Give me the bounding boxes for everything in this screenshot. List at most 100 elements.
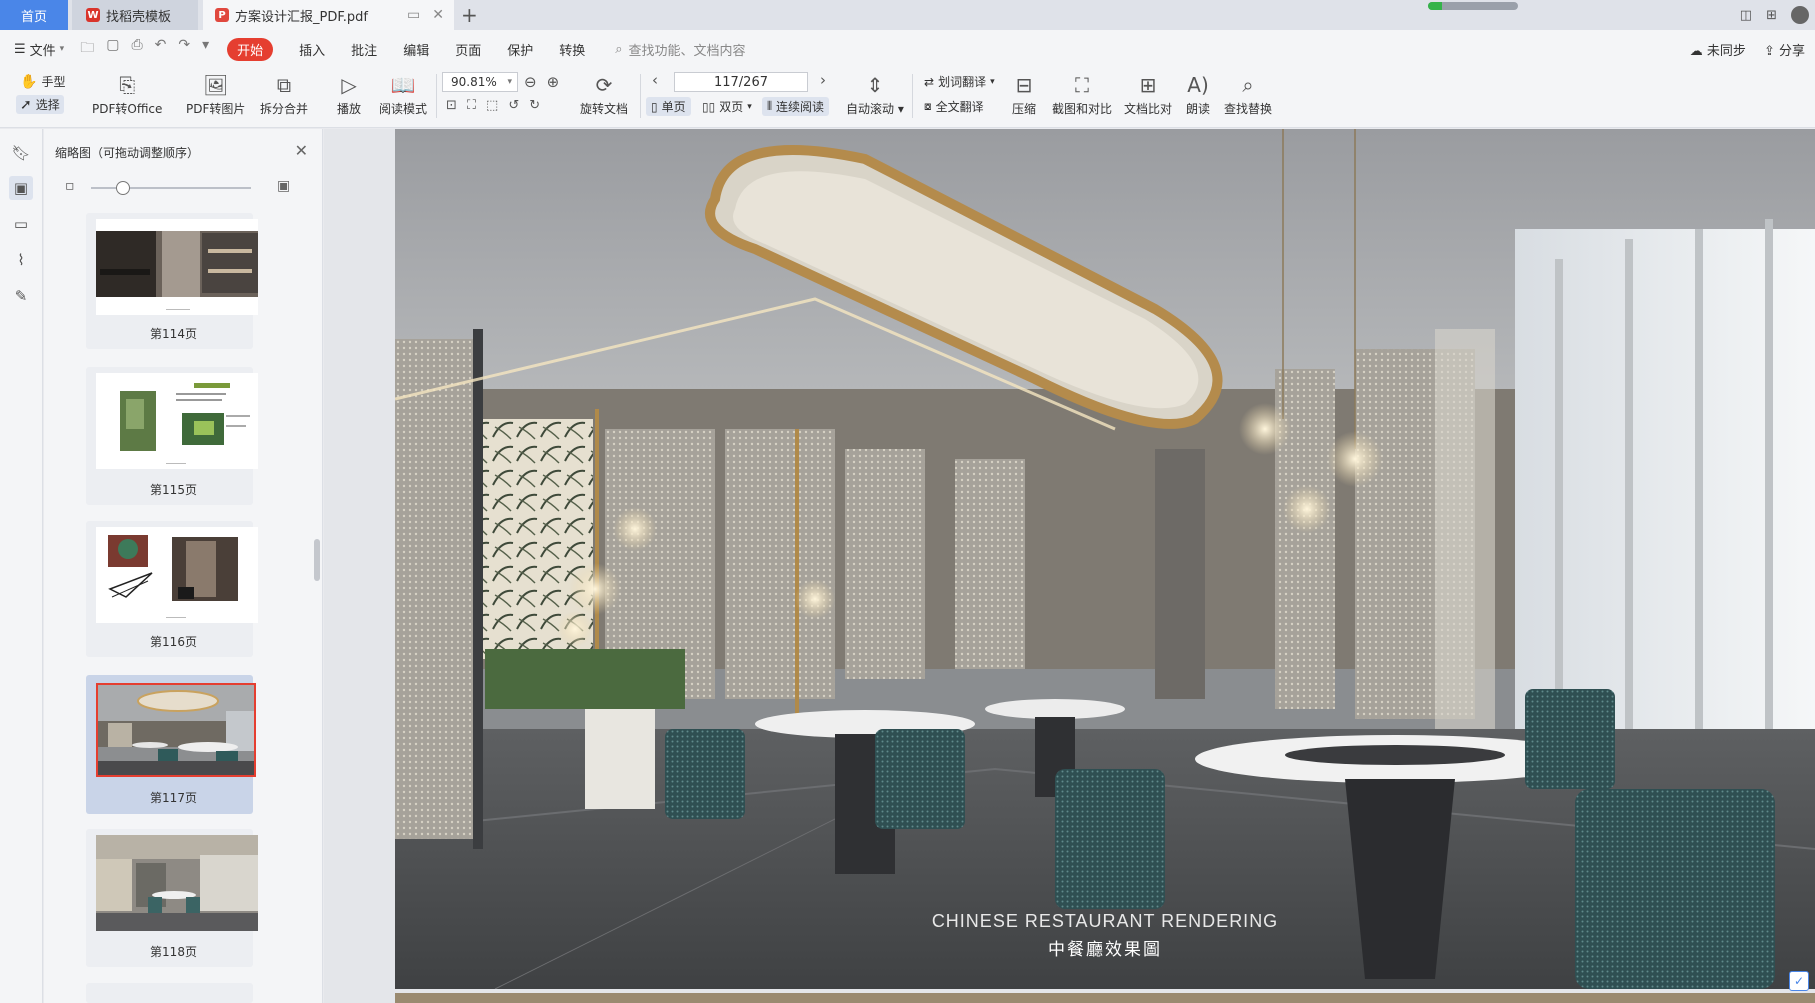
tab-templates[interactable]: W 找稻壳模板 <box>72 0 198 30</box>
menu-edit[interactable]: 编辑 <box>403 40 429 59</box>
fit-width-icon[interactable]: ⬚ <box>486 98 498 113</box>
chevron-down-icon: ▾ <box>59 44 65 54</box>
menu-insert[interactable]: 插入 <box>299 40 325 59</box>
document-view[interactable]: CHINESE RESTAURANT RENDERING 中餐廳效果圖 ✓ <box>324 129 1815 1003</box>
save-icon[interactable]: ▢ <box>106 37 119 61</box>
menu-convert[interactable]: 转换 <box>559 40 585 59</box>
rotate-document-button[interactable]: ⟳ 旋转文档 <box>580 72 628 117</box>
find-replace-label: 查找替换 <box>1224 102 1273 116</box>
signature-icon[interactable]: ✎ <box>9 284 33 308</box>
chevron-down-icon: ▾ <box>747 101 752 112</box>
split-merge-button[interactable]: ⧉ 拆分合并 <box>260 72 308 117</box>
full-translate-label: 全文翻译 <box>935 100 984 114</box>
auto-scroll-button[interactable]: ⇕ 自动滚动 ▾ <box>846 72 904 117</box>
tab-home[interactable]: 首页 <box>0 0 68 30</box>
read-aloud-label: 朗读 <box>1186 102 1211 116</box>
comment-icon[interactable]: ▭ <box>9 212 33 236</box>
restaurant-rendering-image <box>395 129 1815 989</box>
menu-protect[interactable]: 保护 <box>507 40 533 59</box>
prev-page-icon[interactable]: ‹ <box>652 71 658 89</box>
close-icon[interactable]: ✕ <box>295 141 308 160</box>
panel-scrollbar[interactable] <box>314 539 320 581</box>
sync-status[interactable]: ☁ 未同步 <box>1690 40 1746 59</box>
zoom-out-icon[interactable]: ⊖ <box>524 73 537 91</box>
slider-knob[interactable] <box>116 181 130 195</box>
large-image-icon[interactable]: ▣ <box>277 178 290 194</box>
pdf-to-office-button[interactable]: ⎘ PDF转Office <box>92 72 162 117</box>
menu-annotate[interactable]: 批注 <box>351 40 377 59</box>
select-tool-label: 选择 <box>35 98 60 112</box>
full-translate-button[interactable]: ⧇ 全文翻译 <box>924 98 984 115</box>
single-page-button[interactable]: ▯ 单页 <box>646 97 691 116</box>
close-tab-icon[interactable]: ✕ <box>432 7 444 23</box>
rotate-right-icon[interactable]: ↻ <box>529 98 540 113</box>
double-page-button[interactable]: ▯▯ 双页 ▾ <box>702 98 752 115</box>
avatar[interactable] <box>1791 6 1809 24</box>
bookmark-icon[interactable]: 🔖︎ <box>9 141 33 165</box>
play-button[interactable]: ▷ 播放 <box>337 72 361 117</box>
tab-document[interactable]: P 方案设计汇报_PDF.pdf ▭ ✕ <box>203 0 454 30</box>
small-image-icon[interactable]: ▫ <box>65 178 75 194</box>
open-folder-icon[interactable]: 🗀 <box>80 37 94 61</box>
compare-icon: ⊞ <box>1139 73 1157 97</box>
print-icon[interactable]: ⎙ <box>131 37 142 61</box>
zoom-in-icon[interactable]: ⊕ <box>547 73 560 91</box>
window-layout-icon[interactable]: ◫ <box>1740 8 1752 23</box>
thumbnail-label: 第114页 <box>150 327 197 341</box>
actual-size-icon[interactable]: ⊡ <box>446 98 457 113</box>
thumbnail-size-slider[interactable]: ▫ ▣ <box>55 178 305 198</box>
thumbnail-label: 第116页 <box>150 635 197 649</box>
slider-track[interactable] <box>91 187 251 189</box>
redo-icon[interactable]: ↷ <box>178 37 190 61</box>
select-tool-button[interactable]: ➚ 选择 <box>16 95 64 114</box>
apps-grid-icon[interactable]: ⊞ <box>1766 8 1777 23</box>
share-button[interactable]: ⇪ 分享 <box>1764 40 1805 59</box>
zoom-value: 90.81% <box>451 75 497 89</box>
thumbnail-icon[interactable]: ▣ <box>9 176 33 200</box>
rotate-left-icon[interactable]: ↺ <box>508 98 519 113</box>
file-menu[interactable]: ☰ 文件 ▾ <box>14 40 64 59</box>
menu-bar: ☰ 文件 ▾ 🗀 ▢ ⎙ ↶ ↷ ▾ 开始 插入 批注 编辑 页面 保护 转换 … <box>0 30 1815 68</box>
find-replace-button[interactable]: ⌕ 查找替换 <box>1224 72 1272 117</box>
thumbnail-page[interactable]: 第118页 <box>86 829 258 967</box>
hand-icon: ✋ <box>20 73 38 90</box>
hand-tool-button[interactable]: ✋ 手型 <box>20 73 65 90</box>
single-page-icon: ▯ <box>651 99 658 114</box>
read-mode-button[interactable]: 📖 阅读模式 <box>379 72 427 117</box>
pin-tab-icon[interactable]: ▭ <box>407 7 420 23</box>
fit-page-icon[interactable]: ⛶ <box>467 98 476 113</box>
rotate-doc-icon: ⟳ <box>595 73 613 97</box>
menu-page[interactable]: 页面 <box>455 40 481 59</box>
compress-button[interactable]: ⊟ 压缩 <box>1012 72 1036 117</box>
magnifier-icon: ⌕ <box>1242 73 1254 97</box>
double-page-label: 双页 <box>719 100 744 114</box>
start-tab[interactable]: 开始 <box>227 37 274 61</box>
thumbnail-page[interactable]: 第114页 <box>86 213 258 349</box>
function-search[interactable]: ⌕ 查找功能、文档内容 <box>615 40 745 59</box>
more-chevron-icon[interactable]: ▾ <box>202 37 209 61</box>
pdf-convert-icon: ⎘ <box>119 73 136 97</box>
tab-home-label: 首页 <box>20 9 47 25</box>
continuous-read-label: 连续阅读 <box>776 100 825 114</box>
undo-icon[interactable]: ↶ <box>155 37 167 61</box>
attachment-icon[interactable]: ⌇ <box>9 248 33 272</box>
thumbnail-page[interactable]: 第116页 <box>86 521 258 657</box>
thumbnail-image <box>96 373 258 469</box>
pdf-to-image-button[interactable]: 🖼 PDF转图片 <box>186 72 245 117</box>
sync-progress <box>1428 2 1518 10</box>
thumbnail-page-selected[interactable]: 第117页 <box>86 675 256 814</box>
thumbnail-page-partial[interactable] <box>86 983 253 1003</box>
tab-document-label: 方案设计汇报_PDF.pdf <box>235 9 368 25</box>
page-number-input[interactable]: 117/267 <box>674 72 808 92</box>
checkmark-icon[interactable]: ✓ <box>1789 971 1809 991</box>
read-aloud-button[interactable]: A) 朗读 <box>1186 72 1210 117</box>
doc-compare-button[interactable]: ⊞ 文档比对 <box>1124 72 1172 117</box>
screenshot-compare-button[interactable]: ⛶ 截图和对比 <box>1052 72 1112 117</box>
word-translate-button[interactable]: ⇄ 划词翻译 ▾ <box>924 73 995 90</box>
zoom-select[interactable]: 90.81% ▾ <box>442 72 518 92</box>
hamburger-icon: ☰ <box>14 41 26 57</box>
add-tab-icon[interactable]: + <box>461 3 478 27</box>
next-page-icon[interactable]: › <box>820 71 826 89</box>
continuous-read-button[interactable]: ⫴ 连续阅读 <box>762 97 830 116</box>
thumbnail-page[interactable]: 第115页 <box>86 367 258 505</box>
